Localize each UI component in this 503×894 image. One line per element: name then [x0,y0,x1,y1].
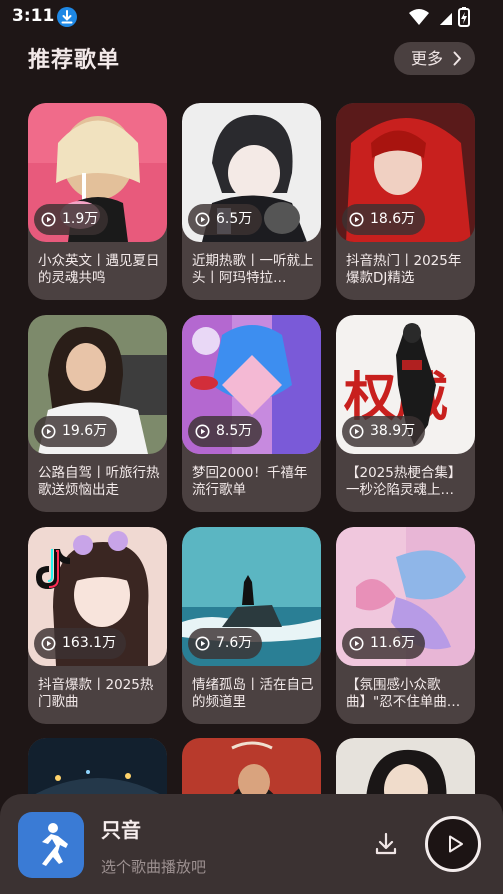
playlist-card[interactable]: 1.9万 小众英文丨遇见夏日的灵魂共鸣 [28,103,167,300]
play-count: 163.1万 [62,635,117,651]
battery-icon [458,7,470,27]
play-circle-icon [41,212,56,227]
play-count: 6.5万 [216,211,253,227]
dancer-icon [42,823,68,866]
status-time: 3:11 [12,6,55,26]
player-subtitle: 选个歌曲播放吧 [101,858,207,876]
playlist-title: 抖音热门丨2025年爆款DJ精选 [346,253,462,286]
more-button-label: 更多 [411,49,444,68]
playlist-title: 【2025热梗合集】一秒沦陷灵魂上… [346,465,462,498]
more-button[interactable]: 更多 [394,42,475,75]
status-bar: 3:11 [0,0,503,34]
play-count: 1.9万 [62,211,99,227]
play-circle-icon [195,636,210,651]
play-count-badge: 18.6万 [342,204,426,235]
playlist-card[interactable]: 6.5万 近期热歌丨一听就上头丨阿玛特拉… [182,103,321,300]
play-count-badge: 38.9万 [342,416,426,447]
playlist-card[interactable]: 7.6万 情绪孤岛丨活在自己的频道里 [182,527,321,724]
play-circle-icon [349,212,364,227]
play-count-badge: 6.5万 [188,204,263,235]
play-count: 8.5万 [216,423,253,439]
download-notification-icon [57,7,77,27]
download-icon [375,832,397,855]
app-logo [18,812,84,878]
player-app-name: 只音 [101,818,141,842]
playlist-card[interactable]: 163.1万 抖音爆款丨2025热门歌曲 [28,527,167,724]
playlist-title: 小众英文丨遇见夏日的灵魂共鸣 [38,253,160,286]
playlist-title: 【氛围感小众歌曲】"忍不住单曲… [346,677,461,710]
play-circle-icon [195,424,210,439]
download-button[interactable] [372,830,400,858]
wifi-icon [409,9,429,25]
playlist-title: 抖音爆款丨2025热门歌曲 [38,677,154,710]
play-count: 18.6万 [370,211,416,227]
play-circle-icon [195,212,210,227]
playlist-title: 情绪孤岛丨活在自己的频道里 [192,677,314,710]
playlist-title: 近期热歌丨一听就上头丨阿玛特拉… [192,253,314,286]
play-count-badge: 7.6万 [188,628,263,659]
play-count-badge: 11.6万 [342,628,426,659]
mini-player[interactable]: 只音 选个歌曲播放吧 [0,794,503,894]
play-count: 19.6万 [62,423,108,439]
playlist-card[interactable]: 18.6万 抖音热门丨2025年爆款DJ精选 [336,103,475,300]
play-button[interactable] [425,816,481,872]
play-count-badge: 163.1万 [34,628,127,659]
signal-icon [440,13,452,25]
play-circle-icon [349,636,364,651]
play-circle-icon [41,424,56,439]
playlist-card[interactable]: 权威 38.9万 【2025热梗合集】一秒沦陷灵魂上… [336,315,475,512]
playlist-card[interactable]: 8.5万 梦回2000！千禧年流行歌单 [182,315,321,512]
playlist-title: 公路自驾丨听旅行热歌送烦恼出走 [38,465,160,498]
playlist-card[interactable]: 11.6万 【氛围感小众歌曲】"忍不住单曲… [336,527,475,724]
play-icon [449,835,463,853]
section-title: 推荐歌单 [28,48,121,73]
play-circle-icon [349,424,364,439]
play-circle-icon [41,636,56,651]
play-count-badge: 8.5万 [188,416,263,447]
play-count-badge: 1.9万 [34,204,109,235]
system-icons [407,6,493,28]
chevron-right-icon [453,51,461,66]
playlist-card[interactable]: 19.6万 公路自驾丨听旅行热歌送烦恼出走 [28,315,167,512]
play-count: 38.9万 [370,423,416,439]
playlist-title: 梦回2000！千禧年流行歌单 [192,465,308,498]
play-count-badge: 19.6万 [34,416,118,447]
play-count: 11.6万 [370,635,416,651]
play-count: 7.6万 [216,635,253,651]
